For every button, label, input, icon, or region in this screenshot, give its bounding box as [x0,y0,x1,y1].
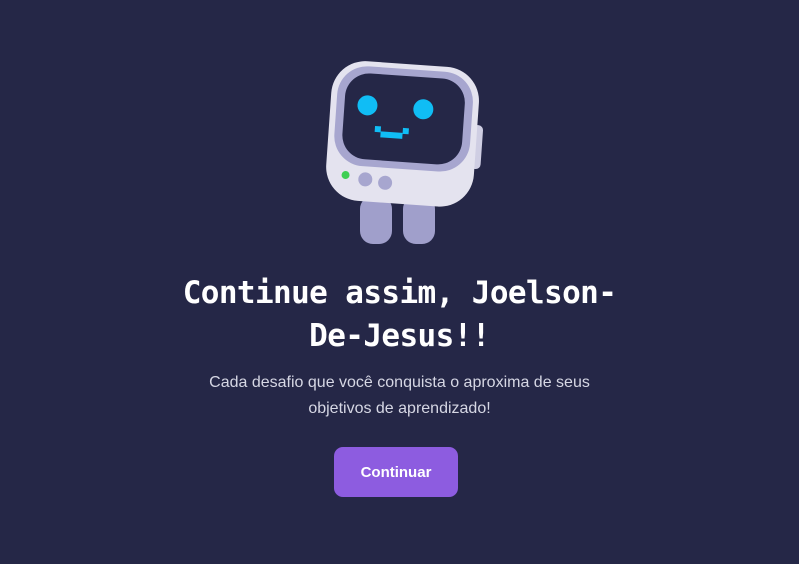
congrats-subtitle-line-1: Cada desafio que você conquista o aproxi… [209,374,590,391]
congrats-title: Continue assim, Joelson- De-Jesus!! [150,272,649,358]
robot-left-leg [360,196,392,244]
robot-mouth-right [402,127,409,135]
congrats-title-line-2: De-Jesus!! [309,318,490,354]
robot-screen [342,73,465,165]
congrats-subtitle-line-2: objetivos de aprendizado! [308,400,491,417]
robot-mascot-illustration [326,61,484,244]
continue-button[interactable]: Continuar [334,447,458,497]
congrats-title-line-1: Continue assim, Joelson- [182,275,617,311]
robot-mouth-left [374,125,382,133]
completion-screen: Continue assim, Joelson- De-Jesus!! Cada… [0,0,799,564]
congrats-subtitle: Cada desafio que você conquista o aproxi… [150,370,649,422]
